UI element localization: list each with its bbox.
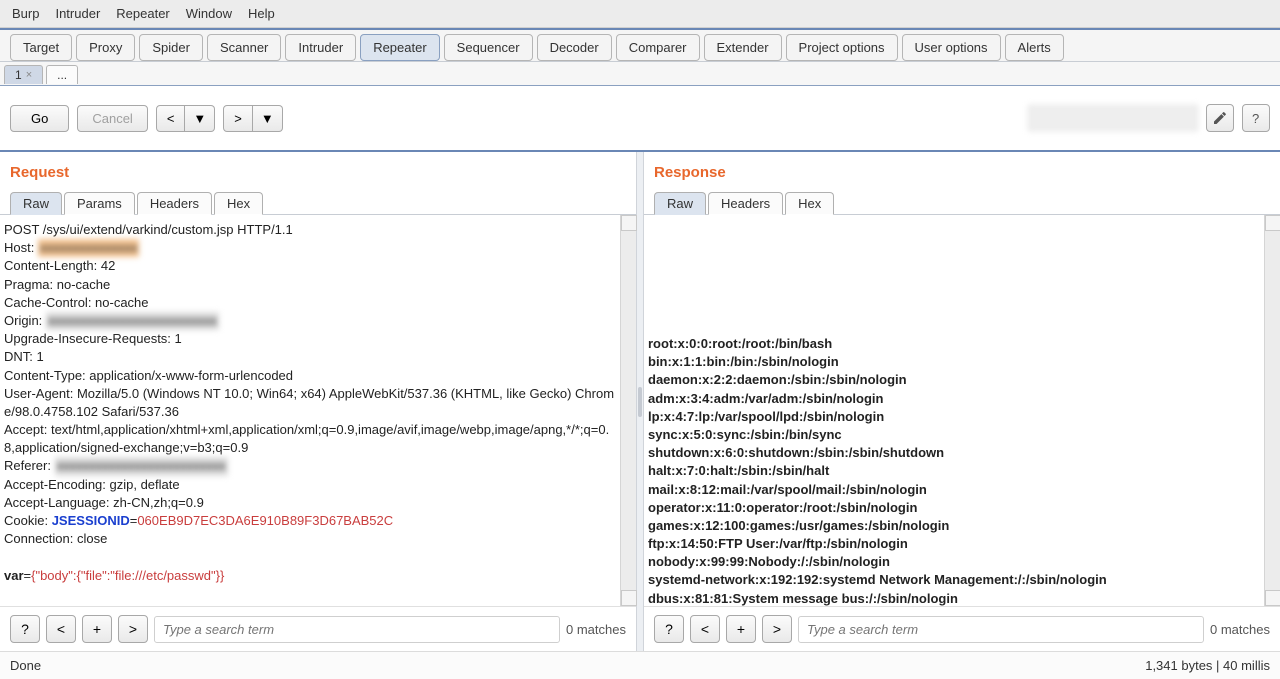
scroll-down-icon[interactable] xyxy=(1265,590,1280,606)
request-tab-raw[interactable]: Raw xyxy=(10,192,62,215)
tab-intruder[interactable]: Intruder xyxy=(285,34,356,61)
tab-label: 1 xyxy=(15,68,22,82)
search-next-button[interactable]: > xyxy=(762,615,792,643)
history-forward-button[interactable]: > xyxy=(223,105,253,132)
request-tab-hex[interactable]: Hex xyxy=(214,192,263,215)
status-bar: Done 1,341 bytes | 40 millis xyxy=(0,651,1280,679)
response-pane: Response Raw Headers Hex root:x:0:0:root… xyxy=(644,152,1280,651)
repeater-instance-tab-more[interactable]: ... xyxy=(46,65,78,84)
request-scrollbar[interactable] xyxy=(620,215,636,606)
history-forward-dropdown[interactable]: ▼ xyxy=(253,105,283,132)
go-button[interactable]: Go xyxy=(10,105,69,132)
status-left: Done xyxy=(10,658,41,673)
tab-sequencer[interactable]: Sequencer xyxy=(444,34,533,61)
request-search-bar: ? < + > 0 matches xyxy=(0,606,636,651)
history-back-dropdown[interactable]: ▼ xyxy=(185,105,215,132)
scroll-down-icon[interactable] xyxy=(621,590,637,606)
repeater-instance-tab-1[interactable]: 1 × xyxy=(4,65,43,84)
tab-spider[interactable]: Spider xyxy=(139,34,203,61)
menu-intruder[interactable]: Intruder xyxy=(51,4,104,23)
response-title: Response xyxy=(654,164,1270,181)
menu-window[interactable]: Window xyxy=(182,4,236,23)
request-pane: Request Raw Params Headers Hex POST /sys… xyxy=(0,152,636,651)
tab-repeater[interactable]: Repeater xyxy=(360,34,439,61)
tab-decoder[interactable]: Decoder xyxy=(537,34,612,61)
request-subtabs: Raw Params Headers Hex xyxy=(0,185,636,215)
menu-burp[interactable]: Burp xyxy=(8,4,43,23)
tab-user-options[interactable]: User options xyxy=(902,34,1001,61)
search-add-button[interactable]: + xyxy=(82,615,112,643)
response-scrollbar[interactable] xyxy=(1264,215,1280,606)
request-tab-headers[interactable]: Headers xyxy=(137,192,212,215)
request-search-input[interactable] xyxy=(154,616,560,643)
menu-help[interactable]: Help xyxy=(244,4,279,23)
response-match-count: 0 matches xyxy=(1210,622,1270,637)
menu-repeater[interactable]: Repeater xyxy=(112,4,173,23)
tab-label: ... xyxy=(57,68,67,82)
tab-extender[interactable]: Extender xyxy=(704,34,782,61)
status-right: 1,341 bytes | 40 millis xyxy=(1145,658,1270,673)
search-next-button[interactable]: > xyxy=(118,615,148,643)
request-tab-params[interactable]: Params xyxy=(64,192,135,215)
response-raw-viewer[interactable]: root:x:0:0:root:/root:/bin/bashbin:x:1:1… xyxy=(644,215,1264,606)
tab-comparer[interactable]: Comparer xyxy=(616,34,700,61)
request-match-count: 0 matches xyxy=(566,622,626,637)
target-display[interactable] xyxy=(1028,105,1198,131)
split-divider[interactable] xyxy=(636,152,644,651)
response-subtabs: Raw Headers Hex xyxy=(644,185,1280,215)
request-response-split: Request Raw Params Headers Hex POST /sys… xyxy=(0,152,1280,651)
search-add-button[interactable]: + xyxy=(726,615,756,643)
scroll-up-icon[interactable] xyxy=(1265,215,1280,231)
search-help-button[interactable]: ? xyxy=(654,615,684,643)
help-icon: ? xyxy=(1248,110,1264,126)
request-title: Request xyxy=(10,164,626,181)
response-tab-hex[interactable]: Hex xyxy=(785,192,834,215)
search-prev-button[interactable]: < xyxy=(690,615,720,643)
menu-bar: Burp Intruder Repeater Window Help xyxy=(0,0,1280,28)
history-back-group: < ▼ xyxy=(156,105,215,132)
pencil-icon xyxy=(1212,110,1228,126)
repeater-toolbar: Go Cancel < ▼ > ▼ ? xyxy=(0,86,1280,152)
tab-scanner[interactable]: Scanner xyxy=(207,34,281,61)
response-search-bar: ? < + > 0 matches xyxy=(644,606,1280,651)
svg-text:?: ? xyxy=(1252,111,1259,126)
close-icon[interactable]: × xyxy=(26,69,32,81)
history-forward-group: > ▼ xyxy=(223,105,282,132)
response-tab-headers[interactable]: Headers xyxy=(708,192,783,215)
search-help-button[interactable]: ? xyxy=(10,615,40,643)
response-tab-raw[interactable]: Raw xyxy=(654,192,706,215)
response-search-input[interactable] xyxy=(798,616,1204,643)
tab-target[interactable]: Target xyxy=(10,34,72,61)
tab-proxy[interactable]: Proxy xyxy=(76,34,135,61)
help-button[interactable]: ? xyxy=(1242,104,1270,132)
cancel-button[interactable]: Cancel xyxy=(77,105,147,132)
tab-alerts[interactable]: Alerts xyxy=(1005,34,1064,61)
main-tab-bar: Target Proxy Spider Scanner Intruder Rep… xyxy=(0,28,1280,62)
scroll-up-icon[interactable] xyxy=(621,215,637,231)
history-back-button[interactable]: < xyxy=(156,105,186,132)
repeater-instance-tabs: 1 × ... xyxy=(0,62,1280,86)
search-prev-button[interactable]: < xyxy=(46,615,76,643)
edit-target-button[interactable] xyxy=(1206,104,1234,132)
request-raw-editor[interactable]: POST /sys/ui/extend/varkind/custom.jsp H… xyxy=(0,215,620,606)
tab-project-options[interactable]: Project options xyxy=(786,34,898,61)
